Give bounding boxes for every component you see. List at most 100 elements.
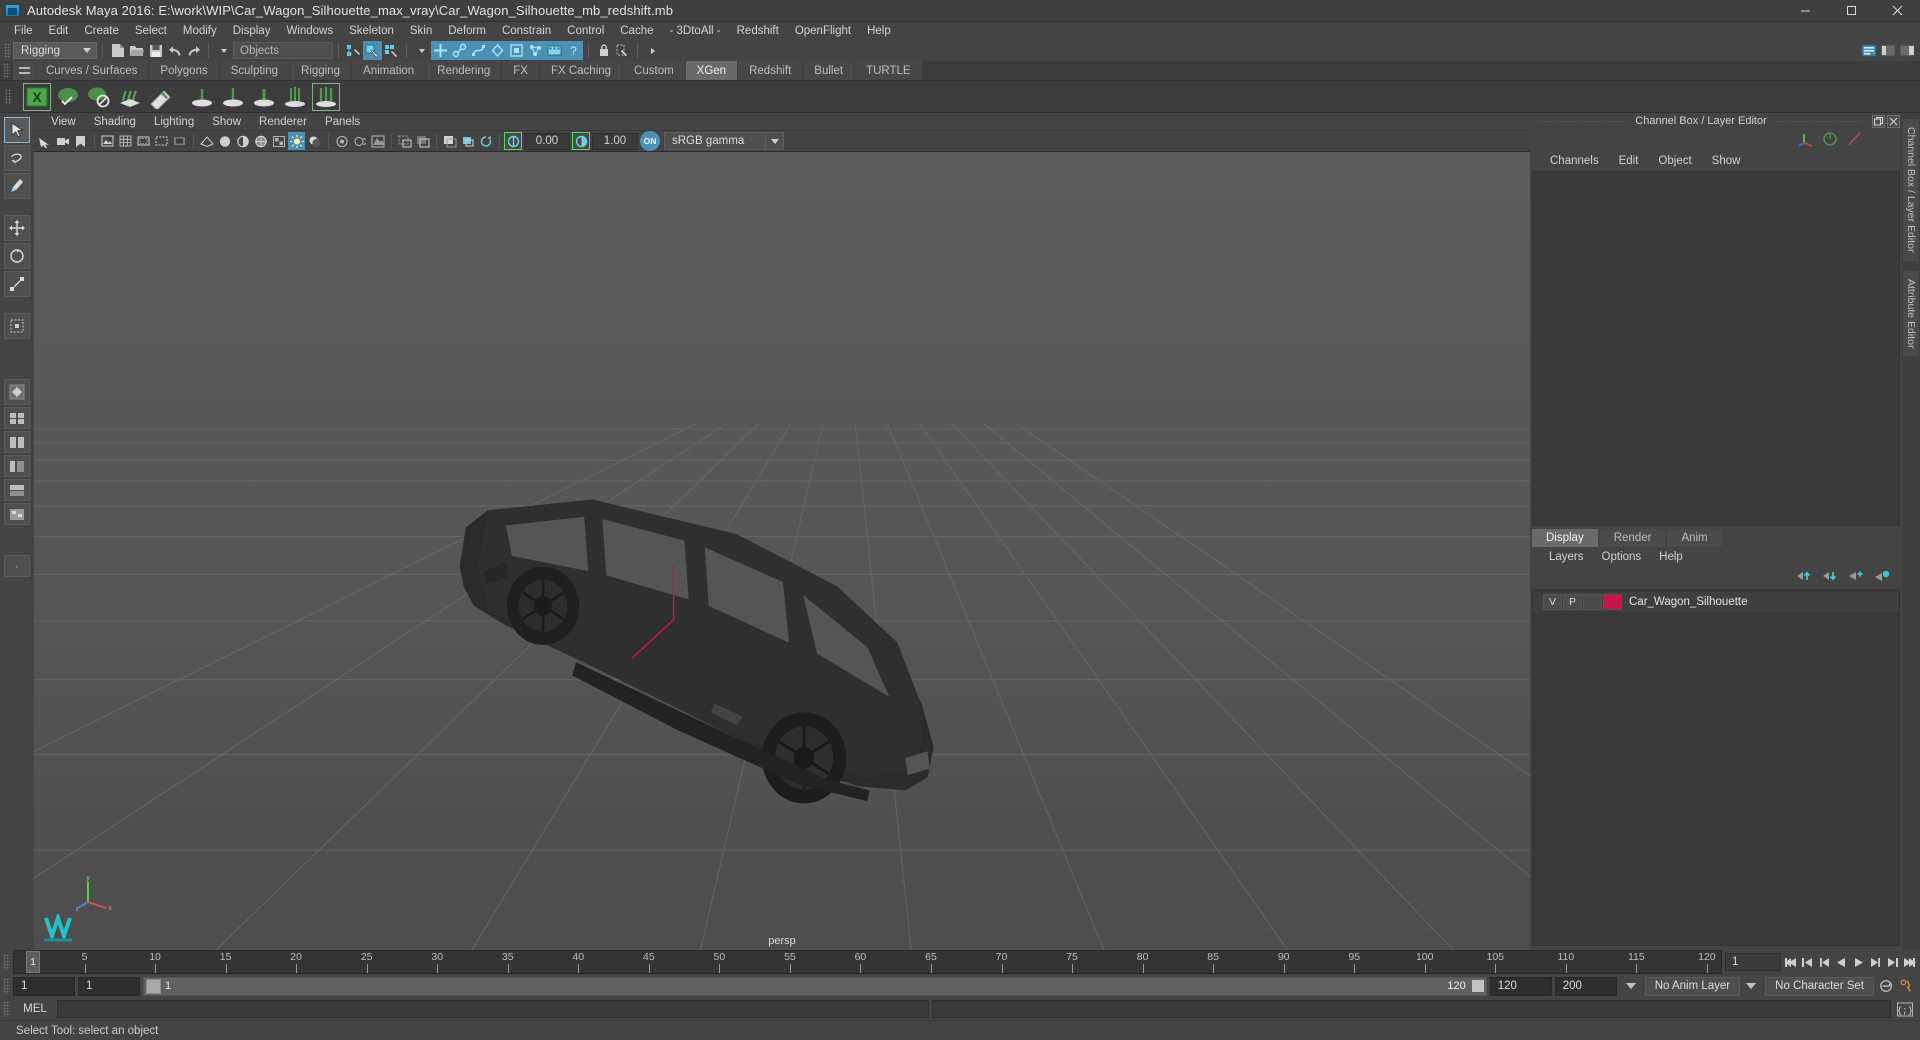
gate-mask-icon[interactable] xyxy=(171,132,188,150)
anim-layer-dropdown-icon[interactable] xyxy=(1625,983,1636,989)
last-tool-used[interactable] xyxy=(4,313,30,339)
layer-color-swatch[interactable] xyxy=(1603,594,1622,610)
screen-space-ao-icon[interactable] xyxy=(333,132,350,150)
viewport-menu-show[interactable]: Show xyxy=(203,116,250,128)
toolbar-overflow-button[interactable] xyxy=(643,41,662,60)
move-layer-down-icon[interactable] xyxy=(1822,569,1838,586)
xray-joints-icon[interactable] xyxy=(441,132,458,150)
move-layer-up-icon[interactable] xyxy=(1796,569,1812,586)
shelf-tab-rigging[interactable]: Rigging xyxy=(290,61,353,80)
tool-settings-toggle[interactable] xyxy=(1878,41,1897,60)
shelf-tab-fx[interactable]: FX xyxy=(502,61,540,80)
channel-menu-edit[interactable]: Edit xyxy=(1609,155,1649,167)
selection-mask-dropdown[interactable] xyxy=(214,41,233,60)
step-back-key-icon[interactable] xyxy=(1800,954,1815,971)
menu-control[interactable]: Control xyxy=(559,24,612,38)
exposure-value-field[interactable]: 0.00 xyxy=(524,132,570,150)
menu-skeleton[interactable]: Skeleton xyxy=(341,24,402,38)
shelf-menu-button[interactable] xyxy=(13,61,35,80)
menu-openflight[interactable]: OpenFlight xyxy=(787,24,859,38)
range-slider-bar[interactable]: 1 120 xyxy=(143,976,1487,996)
display-layer-list[interactable]: V P Car_Wagon_Silhouette xyxy=(1532,589,1900,946)
mask-surfaces-button[interactable] xyxy=(488,41,507,60)
xgen-guide-tool-icon[interactable] xyxy=(146,82,176,112)
exposure-reset-icon[interactable] xyxy=(477,132,494,150)
character-set-selector[interactable]: No Character Set xyxy=(1765,976,1874,996)
move-tool[interactable] xyxy=(4,215,30,241)
layer-tab-render[interactable]: Render xyxy=(1599,529,1666,547)
select-by-object-type-button[interactable] xyxy=(363,41,382,60)
lasso-tool[interactable] xyxy=(4,145,30,171)
attribute-editor-toggle[interactable] xyxy=(1859,41,1878,60)
lock-selection-button[interactable] xyxy=(594,41,613,60)
playback-end-field[interactable]: 120 xyxy=(1489,976,1552,996)
range-left-handle[interactable] xyxy=(146,978,161,994)
view-layout-persp-graph[interactable] xyxy=(4,479,30,501)
current-time-indicator[interactable]: 1 xyxy=(26,951,40,973)
grid-toggle-icon[interactable] xyxy=(117,132,134,150)
channel-menu-channels[interactable]: Channels xyxy=(1540,155,1609,167)
menu-select[interactable]: Select xyxy=(127,24,175,38)
selection-mask-field[interactable]: Objects xyxy=(233,42,333,59)
go-to-end-icon[interactable] xyxy=(1902,954,1917,971)
range-right-handle[interactable] xyxy=(1471,980,1484,992)
script-editor-icon[interactable]: {;} xyxy=(1894,999,1916,1019)
menu-skin[interactable]: Skin xyxy=(402,24,440,38)
view-layout-four-view[interactable] xyxy=(4,407,30,429)
channel-menu-show[interactable]: Show xyxy=(1702,155,1751,167)
shelf-tab-xgen[interactable]: XGen xyxy=(685,61,739,80)
layer-shading-toggle[interactable] xyxy=(1583,594,1602,610)
rotate-tool[interactable] xyxy=(4,243,30,269)
xgen-groom-brush-icon[interactable] xyxy=(115,82,145,112)
shelf-tab-redshift[interactable]: Redshift xyxy=(738,61,804,80)
command-input[interactable] xyxy=(57,1000,929,1018)
menu-modify[interactable]: Modify xyxy=(175,24,225,38)
menu-3dtoall[interactable]: - 3DtoAll - xyxy=(662,24,729,38)
layer-menu-help[interactable]: Help xyxy=(1650,551,1692,563)
shelf-tab-fx-caching[interactable]: FX Caching xyxy=(539,61,624,80)
create-empty-layer-icon[interactable] xyxy=(1848,569,1864,586)
mask-deformations-button[interactable] xyxy=(507,41,526,60)
table-row[interactable]: V P Car_Wagon_Silhouette xyxy=(1533,592,1899,612)
animation-end-field[interactable]: 200 xyxy=(1554,976,1617,996)
command-language-label[interactable]: MEL xyxy=(13,1003,57,1015)
xgen-editor-icon[interactable]: X xyxy=(22,82,52,112)
range-slider-grip[interactable] xyxy=(3,978,10,994)
panel-close-button[interactable] xyxy=(1887,114,1900,128)
menu-file[interactable]: File xyxy=(6,24,41,38)
menu-constrain[interactable]: Constrain xyxy=(494,24,559,38)
auto-keyframe-toggle-icon[interactable] xyxy=(1879,978,1894,995)
highlight-selection-button[interactable] xyxy=(613,41,632,60)
panel-drag-handle-left[interactable] xyxy=(1538,120,1630,122)
xgen-mask-brush-icon[interactable] xyxy=(280,82,310,112)
play-backwards-icon[interactable] xyxy=(1834,954,1849,971)
channel-menu-object[interactable]: Object xyxy=(1648,155,1701,167)
shelf-icons-grip[interactable] xyxy=(5,88,12,105)
image-plane-icon[interactable] xyxy=(99,132,116,150)
redo-button[interactable] xyxy=(184,41,203,60)
save-scene-button[interactable] xyxy=(146,41,165,60)
bookmark-icon[interactable] xyxy=(72,132,89,150)
gamma-value-field[interactable]: 1.00 xyxy=(592,132,638,150)
xgen-density-brush-icon[interactable] xyxy=(187,82,217,112)
vertical-tab-channel-box[interactable]: Channel Box / Layer Editor xyxy=(1903,119,1919,261)
xgen-region-brush-icon[interactable] xyxy=(311,82,341,112)
time-slider-track[interactable]: 1 5 10 15 20 25 30 35 40 45 50 55 60 65 70 75 80 85 90 95 1… xyxy=(13,950,1722,974)
anim-layer-selector[interactable]: No Anim Layer xyxy=(1644,976,1741,996)
resolution-gate-icon[interactable] xyxy=(153,132,170,150)
select-camera-icon[interactable] xyxy=(36,132,53,150)
toolbar-grip[interactable] xyxy=(4,42,11,59)
viewport-menu-panels[interactable]: Panels xyxy=(316,116,369,128)
manipulator-rotate-icon[interactable] xyxy=(1822,131,1838,150)
play-forwards-icon[interactable] xyxy=(1851,954,1866,971)
menu-help[interactable]: Help xyxy=(859,24,899,38)
mask-curves-button[interactable] xyxy=(469,41,488,60)
menu-windows[interactable]: Windows xyxy=(278,24,341,38)
layer-visibility-toggle[interactable]: V xyxy=(1543,594,1562,610)
manipulator-axes-icon[interactable] xyxy=(1798,131,1814,150)
panel-drag-handle-right[interactable] xyxy=(1772,120,1864,122)
color-management-toggle[interactable]: ON xyxy=(640,131,660,151)
view-layout-single-perspective[interactable] xyxy=(4,379,30,405)
undo-button[interactable] xyxy=(165,41,184,60)
panel-float-button[interactable] xyxy=(1872,114,1885,128)
